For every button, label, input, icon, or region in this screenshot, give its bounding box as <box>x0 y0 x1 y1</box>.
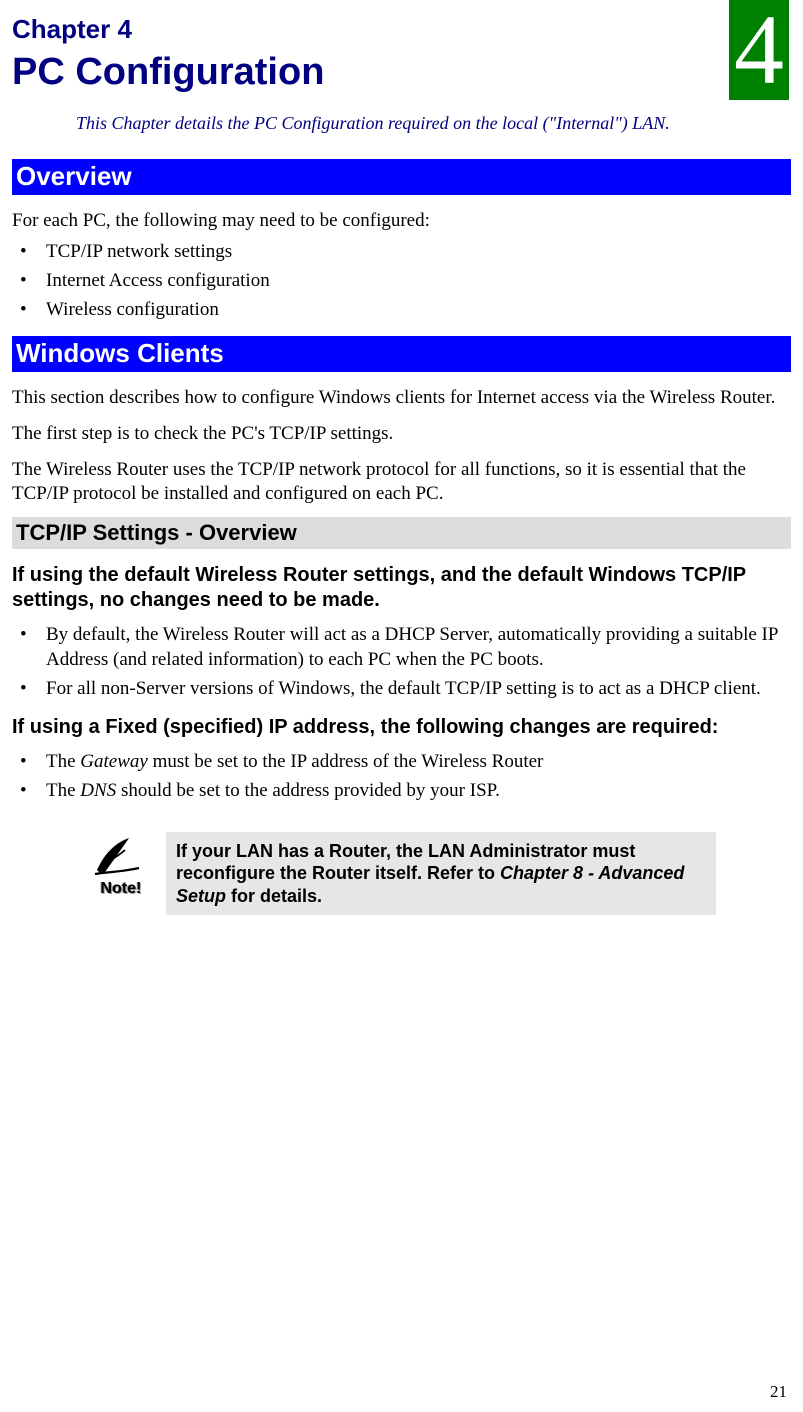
emphasis-gateway: Gateway <box>80 751 148 772</box>
windows-clients-p2: The first step is to check the PC's TCP/… <box>12 422 791 446</box>
tcpip-fixed-list: The Gateway must be set to the IP addres… <box>12 750 791 803</box>
note-icon-container: Note! <box>76 832 166 898</box>
document-page: 4 Chapter 4 PC Configuration This Chapte… <box>0 0 803 1412</box>
list-item: Internet Access configuration <box>12 269 791 294</box>
overview-intro: For each PC, the following may need to b… <box>12 209 791 233</box>
list-item: TCP/IP network settings <box>12 240 791 265</box>
section-heading-overview: Overview <box>12 159 791 195</box>
text: The <box>46 780 80 801</box>
page-number: 21 <box>770 1382 787 1402</box>
tcpip-defaults-list: By default, the Wireless Router will act… <box>12 623 791 701</box>
section-heading-windows-clients: Windows Clients <box>12 336 791 372</box>
text: must be set to the IP address of the Wir… <box>148 751 544 772</box>
list-item: The DNS should be set to the address pro… <box>12 779 791 804</box>
chapter-label: Chapter 4 <box>12 14 791 45</box>
note-text: If your LAN has a Router, the LAN Admini… <box>166 832 716 916</box>
chapter-title: PC Configuration <box>12 51 791 94</box>
sub-heading-defaults: If using the default Wireless Router set… <box>12 563 791 613</box>
chapter-subtitle: This Chapter details the PC Configuratio… <box>76 112 716 135</box>
text: The <box>46 751 80 772</box>
handwriting-note-icon <box>91 832 151 878</box>
emphasis-dns: DNS <box>80 780 116 801</box>
windows-clients-p3: The Wireless Router uses the TCP/IP netw… <box>12 458 791 506</box>
list-item: Wireless configuration <box>12 298 791 323</box>
text: for details. <box>226 886 322 906</box>
note-block: Note! If your LAN has a Router, the LAN … <box>76 832 716 916</box>
list-item: The Gateway must be set to the IP addres… <box>12 750 791 775</box>
sub-heading-fixed-ip: If using a Fixed (specified) IP address,… <box>12 715 791 740</box>
list-item: For all non-Server versions of Windows, … <box>12 677 791 702</box>
overview-list: TCP/IP network settings Internet Access … <box>12 240 791 322</box>
note-label: Note! <box>76 880 166 898</box>
sub-heading-tcpip-overview: TCP/IP Settings - Overview <box>12 517 791 549</box>
text: should be set to the address provided by… <box>116 780 500 801</box>
windows-clients-p1: This section describes how to configure … <box>12 386 791 410</box>
chapter-number-badge: 4 <box>729 0 789 100</box>
list-item: By default, the Wireless Router will act… <box>12 623 791 672</box>
